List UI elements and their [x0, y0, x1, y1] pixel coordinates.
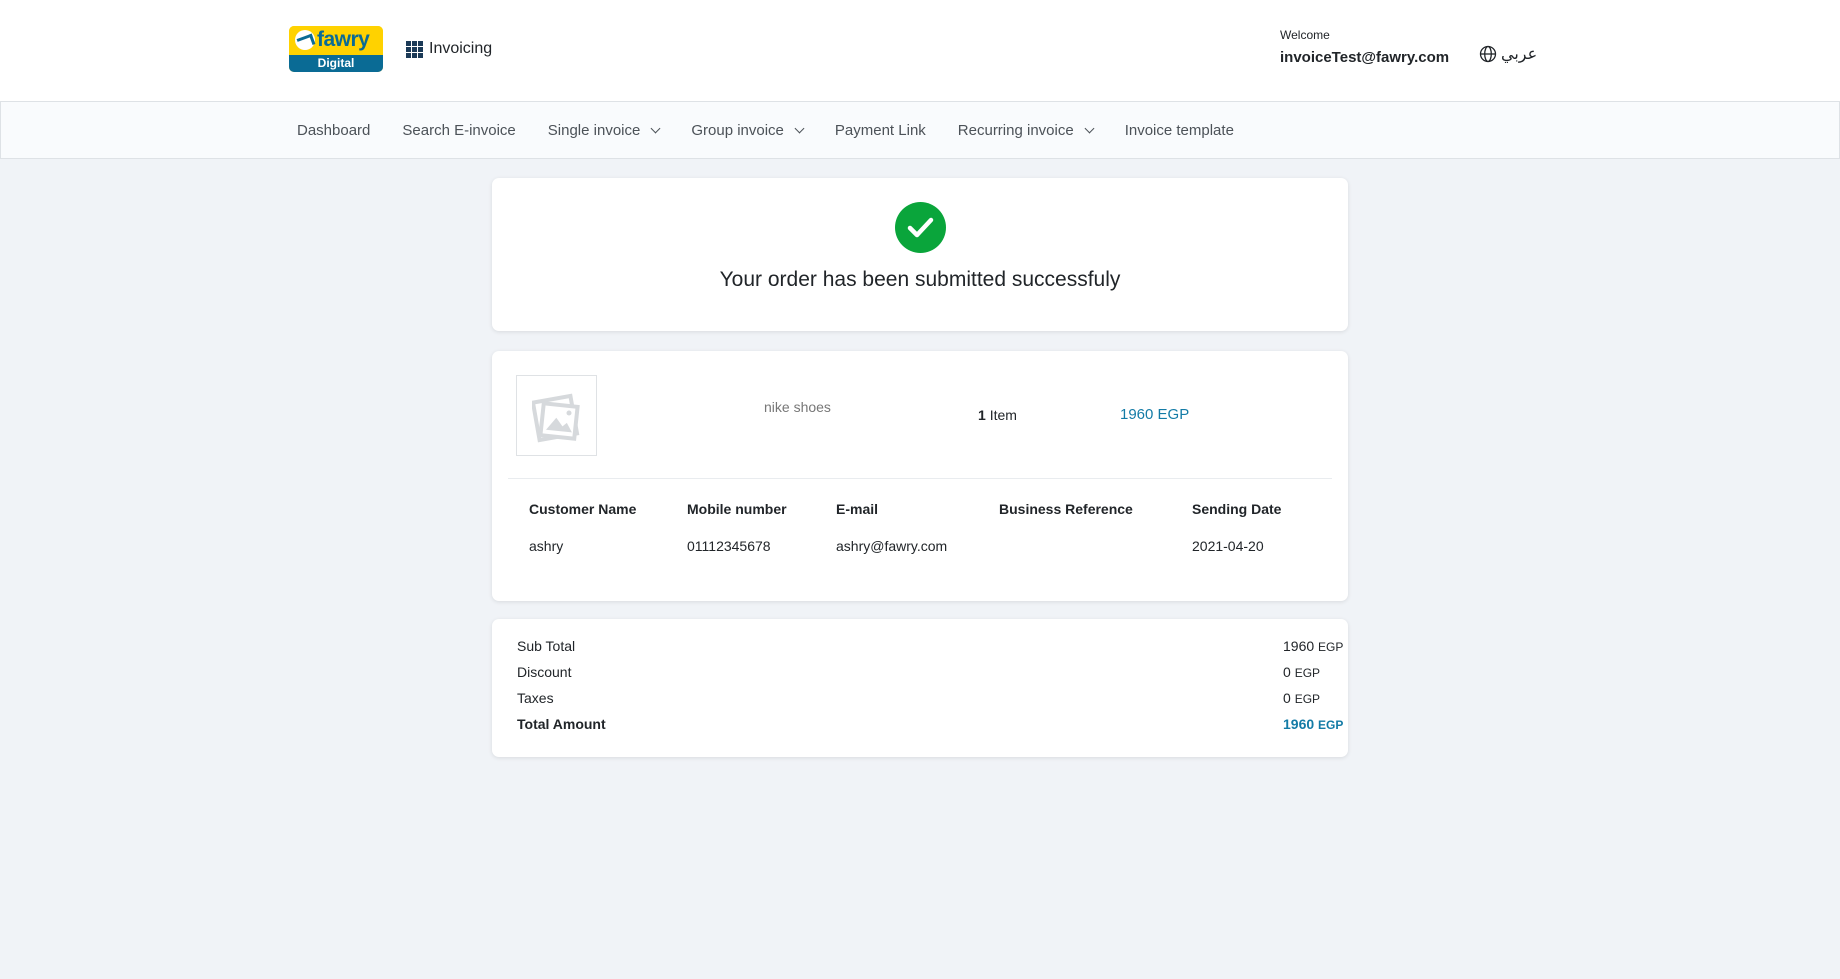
amount-value: 1960: [1283, 638, 1315, 654]
amount-value: 0: [1283, 664, 1291, 680]
taxes-row: Taxes 0 EGP: [517, 690, 1323, 710]
detail-customer-name: Customer Name ashry: [529, 501, 636, 555]
logo-top: fawry: [289, 26, 383, 55]
detail-header: Mobile number: [687, 501, 787, 517]
app-name: Invoicing: [429, 40, 493, 57]
discount-row: Discount 0 EGP: [517, 664, 1323, 684]
subtotal-label: Sub Total: [517, 638, 576, 654]
invoice-item-card: nike shoes 1 Item 1960 EGP Customer Name…: [492, 351, 1348, 601]
check-circle-icon: [895, 202, 946, 253]
user-info: Welcome invoiceTest@fawry.com: [1280, 28, 1449, 66]
nav-payment-link[interactable]: Payment Link: [835, 122, 926, 139]
detail-mobile-number: Mobile number 01112345678: [687, 501, 787, 555]
chevron-down-icon: [1084, 123, 1095, 133]
nav-single-invoice[interactable]: Single invoice: [547, 121, 661, 139]
detail-email: E-mail ashry@fawry.com: [836, 501, 947, 555]
currency: EGP: [1294, 666, 1321, 680]
nav-search-e-invoice[interactable]: Search E-invoice: [402, 122, 515, 139]
nav-label: Invoice template: [1124, 121, 1234, 139]
quantity-unit: Item: [989, 407, 1017, 423]
detail-business-reference: Business Reference: [999, 501, 1133, 555]
logo-word: fawry: [317, 28, 370, 51]
currency: EGP: [1294, 692, 1321, 706]
detail-header: Customer Name: [529, 501, 637, 517]
total-amount-row: Total Amount 1960 EGP: [517, 716, 1343, 736]
image-placeholder-icon: [532, 393, 580, 443]
discount-label: Discount: [517, 664, 572, 680]
logo-sub: Digital: [289, 55, 383, 72]
chevron-down-icon: [794, 123, 805, 133]
nav-recurring-invoice[interactable]: Recurring invoice: [957, 121, 1095, 139]
item-thumbnail: [516, 375, 597, 456]
nav-label: Payment Link: [834, 121, 926, 139]
detail-header: E-mail: [836, 501, 879, 517]
nav-label: Dashboard: [297, 121, 371, 139]
nav-label: Single invoice: [547, 121, 641, 139]
currency: EGP: [1318, 640, 1344, 654]
nav-label: Recurring invoice: [957, 121, 1074, 139]
top-header: fawry Digital Invoicing Welcome invoiceT…: [0, 0, 1840, 101]
currency: EGP: [1318, 718, 1344, 732]
item-price: 1960 EGP: [1120, 406, 1190, 423]
success-card: Your order has been submitted successful…: [492, 178, 1348, 331]
language-label: عربي: [1501, 46, 1538, 63]
taxes-label: Taxes: [517, 690, 554, 706]
amount-value: 1960: [1283, 716, 1315, 732]
subtotal-amount: 1960 EGP: [1283, 638, 1343, 654]
nav-label: Group invoice: [691, 121, 784, 139]
welcome-label: Welcome: [1280, 28, 1330, 42]
detail-header: Sending Date: [1192, 501, 1282, 517]
divider: [508, 478, 1332, 479]
globe-icon: [1479, 45, 1497, 63]
total-amount-value: 1960 EGP: [1283, 716, 1343, 732]
detail-value: ashry: [529, 538, 564, 554]
quantity-value: 1: [978, 407, 986, 423]
item-name: nike shoes: [764, 399, 831, 415]
nav-invoice-template[interactable]: Invoice template: [1125, 122, 1234, 139]
total-amount-label: Total Amount: [517, 716, 606, 732]
item-quantity: 1 Item: [978, 407, 1017, 423]
detail-value: [999, 538, 1133, 555]
grid-icon: [406, 40, 423, 58]
fawry-arrow-icon: [295, 30, 315, 50]
nav-label: Search E-invoice: [402, 121, 516, 139]
main-nav: Dashboard Search E-invoice Single invoic…: [0, 101, 1840, 159]
discount-amount: 0 EGP: [1283, 664, 1320, 680]
detail-value: 2021-04-20: [1192, 538, 1264, 554]
nav-group-invoice[interactable]: Group invoice: [691, 121, 805, 139]
detail-value: 01112345678: [687, 538, 771, 554]
nav-dashboard[interactable]: Dashboard: [297, 122, 370, 139]
user-email: invoiceTest@fawry.com: [1280, 49, 1450, 66]
amount-value: 0: [1283, 690, 1291, 706]
language-switch[interactable]: عربي: [1479, 44, 1537, 64]
detail-value: ashry@fawry.com: [836, 538, 948, 554]
taxes-amount: 0 EGP: [1283, 690, 1320, 706]
chevron-down-icon: [650, 123, 661, 133]
subtotal-row: Sub Total 1960 EGP: [517, 638, 1343, 658]
app-switcher[interactable]: Invoicing: [406, 38, 492, 60]
detail-header: Business Reference: [999, 501, 1133, 517]
totals-card: Sub Total 1960 EGP Discount 0 EGP Taxes …: [492, 619, 1348, 757]
success-message: Your order has been submitted successful…: [719, 268, 1121, 291]
fawry-digital-logo[interactable]: fawry Digital: [289, 26, 383, 72]
detail-sending-date: Sending Date 2021-04-20: [1192, 501, 1281, 555]
